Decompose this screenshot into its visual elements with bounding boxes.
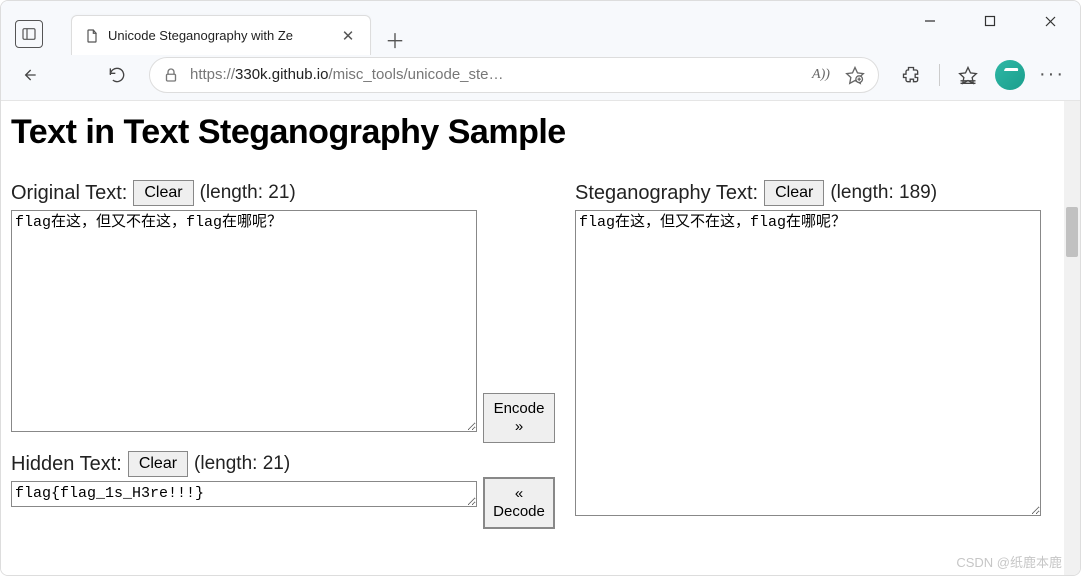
- page-icon: [84, 28, 100, 44]
- watermark: CSDN @纸鹿本鹿: [956, 552, 1062, 571]
- url-host: 330k.github.io: [235, 66, 328, 83]
- refresh-button[interactable]: [97, 55, 137, 95]
- toolbar: https://330k.github.io/misc_tools/unicod…: [1, 49, 1080, 101]
- back-button[interactable]: [9, 55, 49, 95]
- tab-title: Unicode Steganography with Ze: [108, 28, 293, 43]
- hidden-label: Hidden Text:: [11, 453, 122, 476]
- close-button[interactable]: [1020, 1, 1080, 41]
- original-textarea[interactable]: [11, 210, 477, 432]
- page-content: Text in Text Steganography Sample Origin…: [1, 101, 1064, 575]
- profile-avatar[interactable]: [990, 55, 1030, 95]
- avatar: [995, 60, 1025, 90]
- maximize-button[interactable]: [960, 1, 1020, 41]
- steg-clear-button[interactable]: Clear: [764, 180, 824, 206]
- address-bar[interactable]: https://330k.github.io/misc_tools/unicod…: [149, 57, 879, 93]
- toolbar-divider: [939, 64, 940, 86]
- original-length: (length: 21): [200, 182, 296, 204]
- browser-tab[interactable]: Unicode Steganography with Ze ✕: [71, 15, 371, 55]
- scrollbar-track[interactable]: [1064, 101, 1080, 575]
- read-aloud-icon[interactable]: A)): [810, 64, 832, 86]
- more-menu-icon[interactable]: ···: [1032, 55, 1072, 95]
- favorite-star-icon[interactable]: [844, 64, 866, 86]
- hidden-clear-button[interactable]: Clear: [128, 451, 188, 477]
- minimize-button[interactable]: [900, 1, 960, 41]
- favorites-icon[interactable]: [948, 55, 988, 95]
- url-path: /misc_tools/unicode_ste…: [328, 66, 503, 83]
- hidden-length: (length: 21): [194, 453, 290, 475]
- encode-button[interactable]: Encode »: [483, 393, 555, 443]
- new-tab-button[interactable]: ＋: [381, 25, 409, 53]
- decode-button[interactable]: « Decode: [483, 477, 555, 529]
- steg-length: (length: 189): [830, 182, 937, 204]
- steg-textarea[interactable]: [575, 210, 1041, 516]
- tab-actions-icon[interactable]: [15, 20, 43, 48]
- browser-window: Unicode Steganography with Ze ✕ ＋ https:…: [0, 0, 1081, 576]
- lock-icon: [162, 66, 180, 84]
- original-label: Original Text:: [11, 182, 127, 205]
- hidden-textarea[interactable]: [11, 481, 477, 507]
- titlebar: Unicode Steganography with Ze ✕ ＋: [1, 1, 1080, 49]
- scrollbar-thumb[interactable]: [1066, 207, 1078, 257]
- original-clear-button[interactable]: Clear: [133, 180, 193, 206]
- tab-close-icon[interactable]: ✕: [336, 24, 360, 48]
- page-title: Text in Text Steganography Sample: [11, 113, 1054, 152]
- steg-label: Steganography Text:: [575, 182, 758, 205]
- extensions-icon[interactable]: [891, 55, 931, 95]
- url-text: https://330k.github.io/misc_tools/unicod…: [190, 66, 800, 83]
- url-scheme: https://: [190, 66, 235, 83]
